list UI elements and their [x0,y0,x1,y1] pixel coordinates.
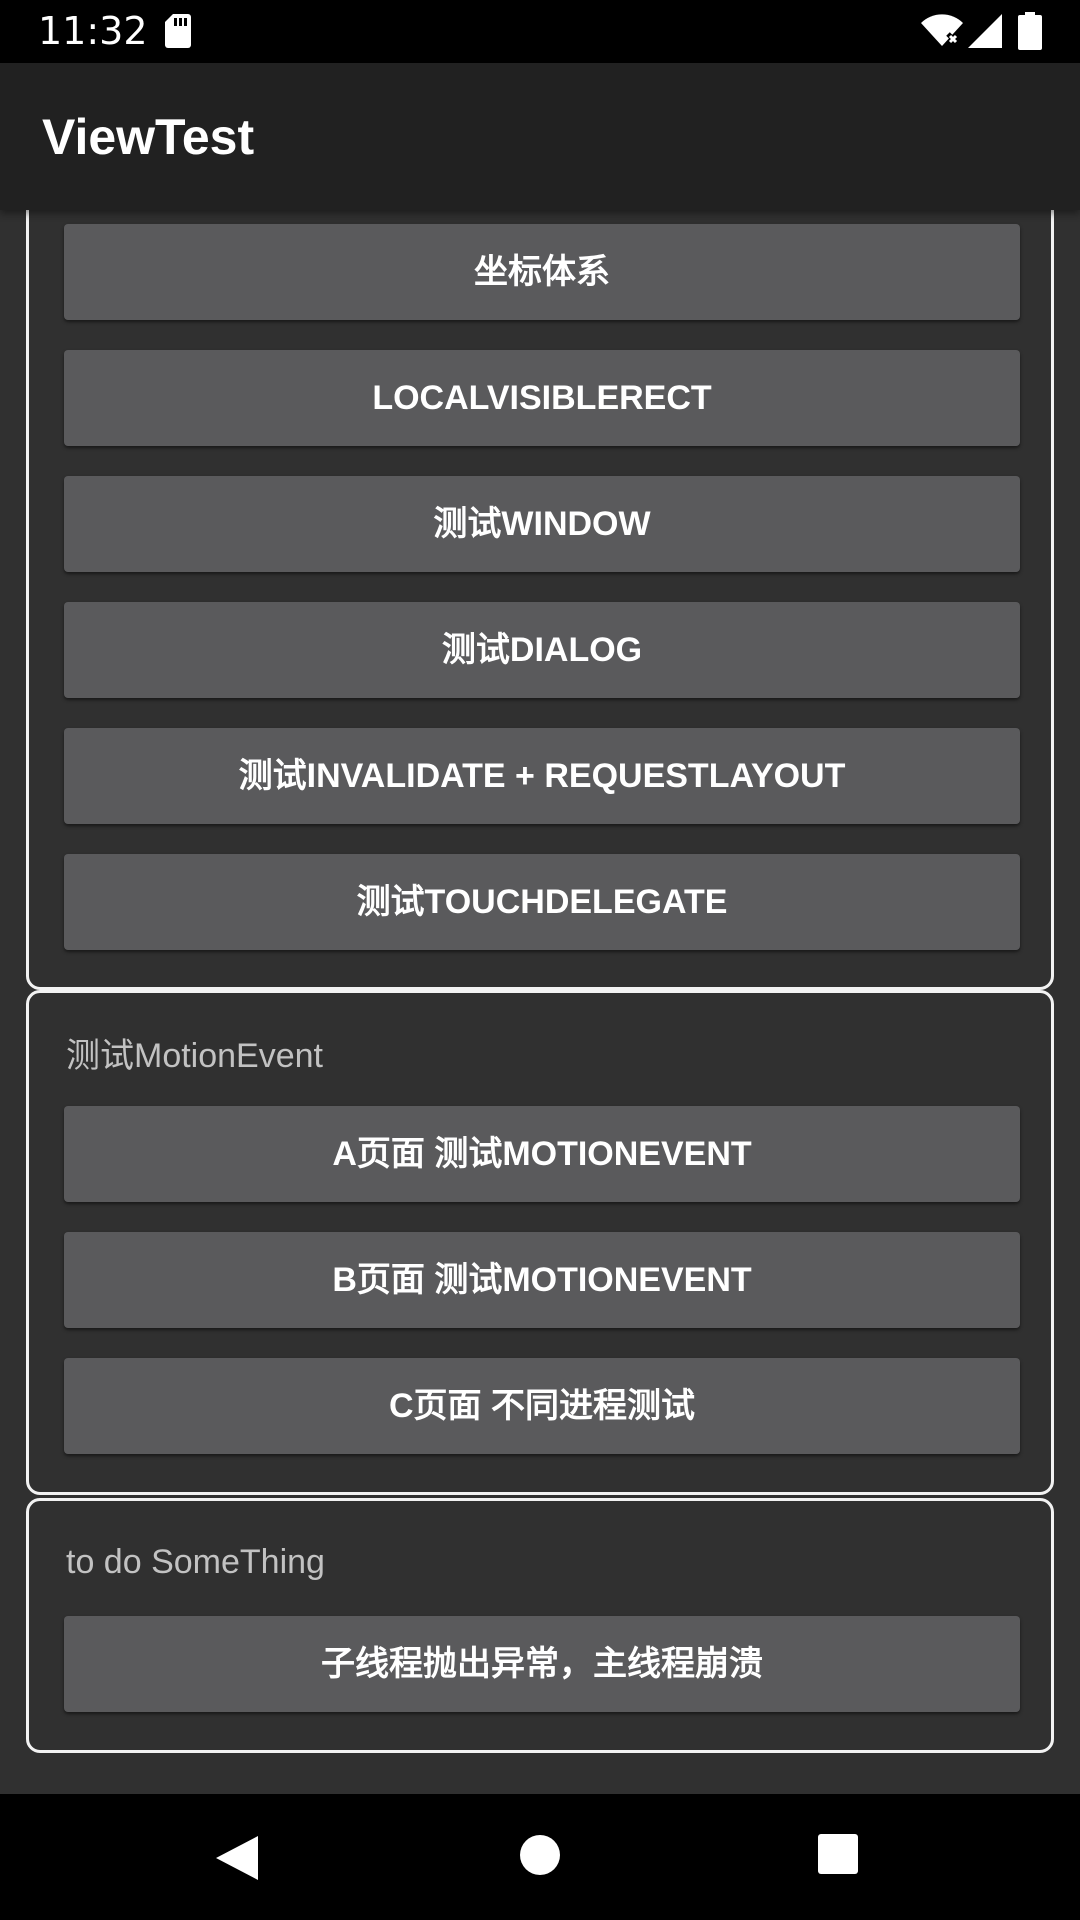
motion-event-group-title: 测试MotionEvent [66,1037,323,1075]
content-scroll[interactable]: 坐标体系 LOCALVISIBLERECT 测试WINDOW 测试DIALOG … [0,210,1080,1794]
status-time: 11:32 [38,9,148,53]
test-dialog-button[interactable]: 测试DIALOG [64,602,1020,698]
recents-icon[interactable] [817,1833,859,1875]
coordinate-system-button[interactable]: 坐标体系 [64,224,1020,320]
test-invalidate-requestlayout-button[interactable]: 测试INVALIDATE + REQUESTLAYOUT [64,728,1020,824]
view-test-group: 坐标体系 LOCALVISIBLERECT 测试WINDOW 测试DIALOG … [26,210,1054,990]
test-window-button[interactable]: 测试WINDOW [64,476,1020,572]
status-bar: 11:32 [0,0,1080,63]
page-b-motion-event-button[interactable]: B页面 测试MOTIONEVENT [64,1232,1020,1328]
signal-icon [968,14,1002,48]
local-visible-rect-button[interactable]: LOCALVISIBLERECT [64,350,1020,446]
motion-event-group: 测试MotionEvent A页面 测试MOTIONEVENT B页面 测试MO… [26,990,1054,1495]
navigation-bar [0,1794,1080,1920]
test-touchdelegate-button[interactable]: 测试TOUCHDELEGATE [64,854,1020,950]
back-icon[interactable] [214,1834,260,1882]
sd-card-icon [165,14,191,48]
page-c-process-test-button[interactable]: C页面 不同进程测试 [64,1358,1020,1454]
battery-icon [1018,12,1042,50]
screen: 11:32 ViewTest 坐标体系 LOCALVISIBLERECT 测试W… [0,0,1080,1920]
home-icon[interactable] [519,1834,561,1876]
thread-crash-button[interactable]: 子线程抛出异常，主线程崩溃 [64,1616,1020,1712]
app-bar: ViewTest [0,63,1080,210]
wifi-icon [921,14,963,46]
todo-something-group: to do SomeThing 子线程抛出异常，主线程崩溃 [26,1498,1054,1753]
app-title: ViewTest [42,109,255,165]
page-a-motion-event-button[interactable]: A页面 测试MOTIONEVENT [64,1106,1020,1202]
todo-something-group-title: to do SomeThing [66,1543,325,1581]
